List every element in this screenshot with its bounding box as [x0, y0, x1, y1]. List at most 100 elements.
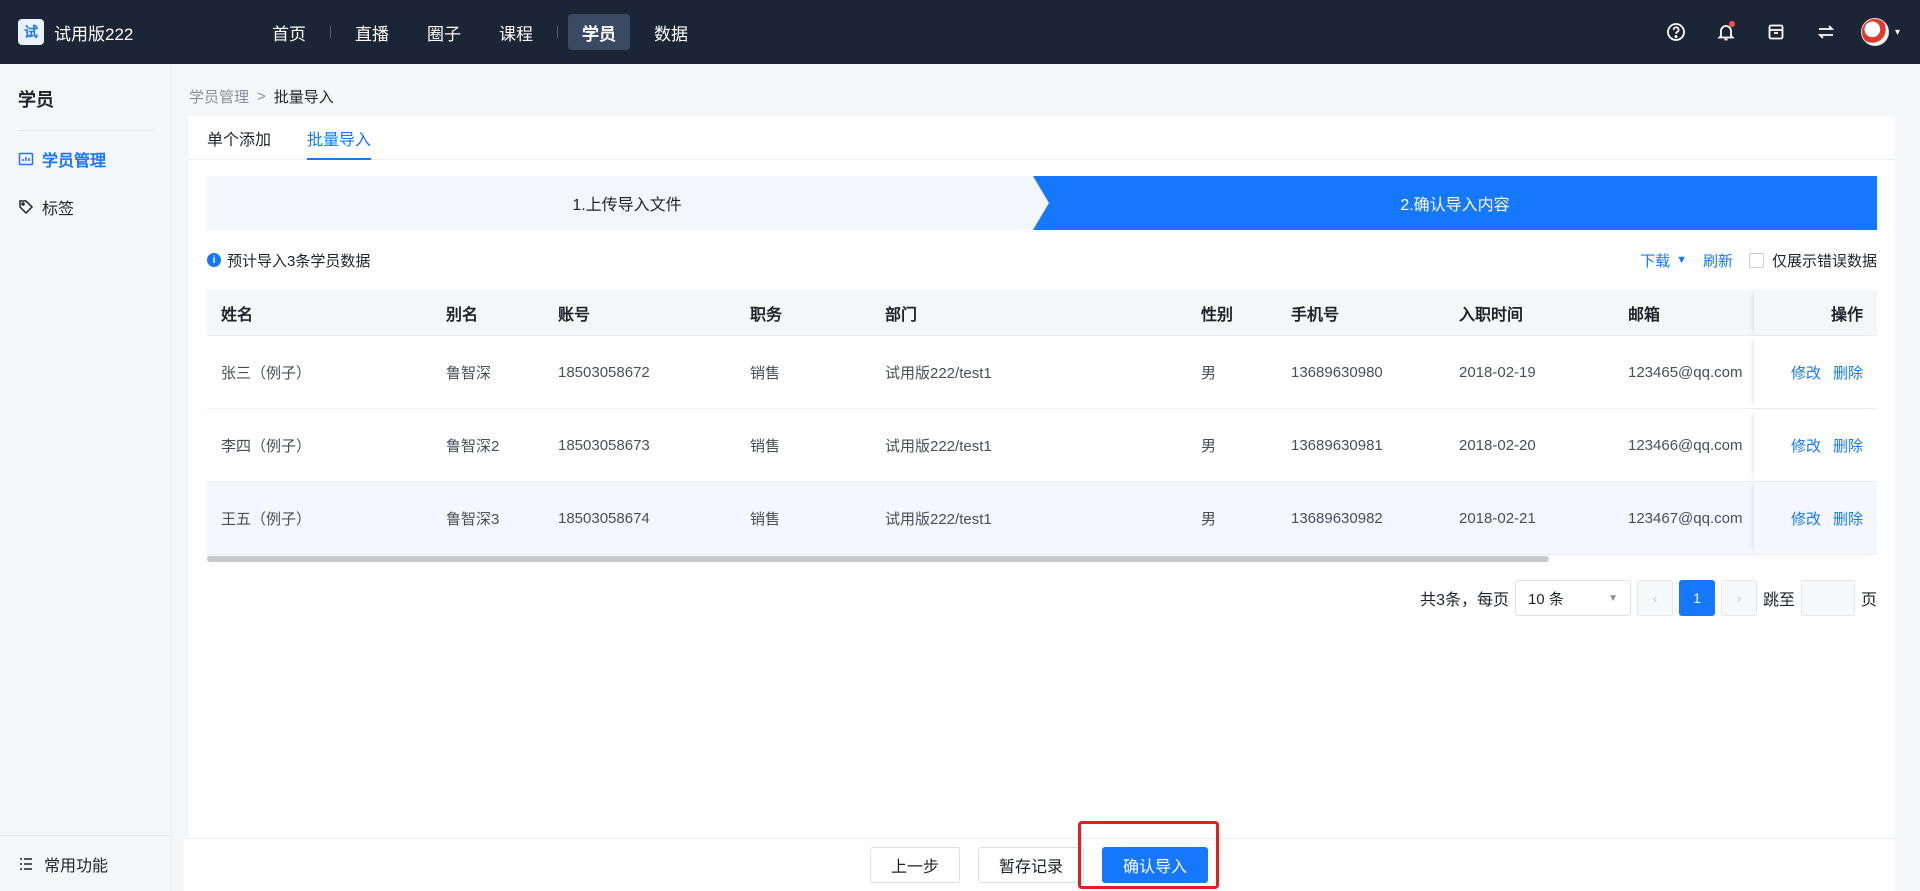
sidebar-item-tags[interactable]: 标签: [0, 187, 171, 227]
col-header-email: 邮箱: [1628, 306, 1661, 324]
horizontal-scrollbar[interactable]: [207, 556, 1877, 564]
step-upload: 1.上传导入文件: [207, 176, 1047, 230]
col-header-gender: 性别: [1201, 306, 1234, 324]
store-icon[interactable]: [1759, 15, 1793, 49]
col-header-alias: 别名: [446, 306, 479, 324]
switch-icon[interactable]: [1809, 15, 1843, 49]
sidebar: 学员 学员管理 标签 常用功能: [0, 64, 172, 891]
cell-name: 张三（例子）: [221, 364, 312, 382]
breadcrumb: 学员管理 > 批量导入: [189, 86, 334, 107]
app-title: 试用版222: [54, 24, 134, 44]
download-link[interactable]: 下载: [1640, 250, 1670, 271]
cell-alias: 鲁智深3: [446, 510, 500, 528]
info-row: i 预计导入3条学员数据 下载 ▼ 刷新 仅展示错误数据: [207, 248, 1877, 272]
nav-course[interactable]: 课程: [485, 14, 547, 50]
table-tools: 下载 ▼ 刷新 仅展示错误数据: [1640, 250, 1877, 271]
sidebar-item-label: 标签: [42, 201, 75, 218]
cell-account: 18503058674: [558, 509, 650, 527]
delete-button[interactable]: 删除: [1833, 435, 1863, 456]
cell-actions: 修改 删除: [1754, 482, 1877, 554]
chevron-down-icon[interactable]: ▼: [1676, 254, 1687, 266]
tab-single-add[interactable]: 单个添加: [207, 116, 271, 160]
jump-label: 跳至: [1762, 592, 1795, 609]
top-right-tools: ▾: [1643, 15, 1900, 49]
common-functions[interactable]: 常用功能: [0, 835, 172, 891]
edit-button[interactable]: 修改: [1791, 435, 1821, 456]
tag-icon: [19, 200, 34, 215]
top-navbar: 试 试用版222 首页 直播 圈子 课程 学员 数据 ▾: [0, 0, 1920, 64]
sidebar-item-label: 学员管理: [42, 153, 107, 170]
nav-students[interactable]: 学员: [568, 14, 630, 50]
bell-icon[interactable]: [1709, 15, 1743, 49]
page-button-current[interactable]: 1: [1678, 580, 1715, 616]
col-header-phone: 手机号: [1291, 306, 1340, 324]
only-errors-label[interactable]: 仅展示错误数据: [1772, 250, 1877, 271]
sidebar-divider: [18, 130, 154, 131]
prev-page-button[interactable]: ‹: [1636, 580, 1673, 616]
sidebar-title: 学员: [18, 90, 54, 110]
col-header-dept: 部门: [885, 306, 918, 324]
nav-live[interactable]: 直播: [341, 14, 403, 50]
cell-dept: 试用版222/test1: [885, 437, 992, 455]
save-draft-button[interactable]: 暂存记录: [977, 847, 1084, 883]
nav-divider: [557, 26, 558, 38]
jump-page-input[interactable]: [1800, 580, 1855, 616]
cell-job: 销售: [750, 510, 781, 528]
cell-email: 123465@qq.com: [1628, 363, 1743, 381]
cell-dept: 试用版222/test1: [885, 364, 992, 382]
notification-dot: [1728, 21, 1735, 27]
footer-actions: 上一步 暂存记录 确认导入: [183, 838, 1895, 891]
refresh-link[interactable]: 刷新: [1703, 250, 1733, 271]
breadcrumb-parent[interactable]: 学员管理: [189, 86, 249, 107]
cell-join-date: 2018-02-19: [1459, 363, 1536, 381]
cell-dept: 试用版222/test1: [885, 510, 992, 528]
page-label: 页: [1860, 592, 1877, 609]
edit-button[interactable]: 修改: [1791, 508, 1821, 529]
scrollbar-thumb[interactable]: [207, 556, 1549, 562]
cell-gender: 男: [1201, 437, 1217, 455]
app-logo[interactable]: 试 试用版222: [18, 19, 238, 45]
table-row: 王五（例子） 鲁智深3 18503058674 销售 试用版222/test1 …: [207, 482, 1877, 555]
cell-join-date: 2018-02-21: [1459, 509, 1536, 527]
col-header-join-date: 入职时间: [1459, 306, 1524, 324]
import-summary: 预计导入3条学员数据: [227, 252, 371, 270]
main-nav: 首页 直播 圈子 课程 学员 数据: [258, 14, 712, 50]
chevron-down-icon: ▼: [1608, 592, 1618, 604]
logo-icon: 试: [18, 19, 44, 45]
import-table: 姓名 别名 账号 职务 部门 性别 手机号 入职时间 邮箱 操作 张三（例子） …: [207, 290, 1877, 555]
prev-step-button[interactable]: 上一步: [869, 847, 960, 883]
delete-button[interactable]: 删除: [1833, 362, 1863, 383]
cell-phone: 13689630981: [1291, 436, 1383, 454]
next-page-button[interactable]: ›: [1720, 580, 1757, 616]
cell-actions: 修改 删除: [1754, 336, 1877, 408]
help-icon[interactable]: [1659, 15, 1693, 49]
chevron-down-icon[interactable]: ▾: [1895, 27, 1900, 38]
sidebar-item-student-management[interactable]: 学员管理: [0, 139, 171, 179]
delete-button[interactable]: 删除: [1833, 508, 1863, 529]
cell-name: 李四（例子）: [221, 437, 312, 455]
cell-account: 18503058673: [558, 436, 650, 454]
col-header-name: 姓名: [221, 306, 254, 324]
nav-home[interactable]: 首页: [258, 14, 320, 50]
only-errors-checkbox[interactable]: [1748, 252, 1764, 268]
nav-circle[interactable]: 圈子: [413, 14, 475, 50]
page-size-value: 10 条: [1527, 590, 1564, 608]
page-size-select[interactable]: 10 条 ▼: [1514, 580, 1631, 616]
nav-divider: [330, 26, 331, 38]
cell-name: 王五（例子）: [221, 510, 312, 528]
cell-join-date: 2018-02-20: [1459, 436, 1536, 454]
confirm-import-button[interactable]: 确认导入: [1102, 847, 1209, 883]
cell-phone: 13689630980: [1291, 363, 1383, 381]
tab-batch-import[interactable]: 批量导入: [307, 116, 372, 160]
cell-email: 123467@qq.com: [1628, 509, 1743, 527]
pager-total: 共3条，每页: [1420, 592, 1509, 609]
edit-button[interactable]: 修改: [1791, 362, 1821, 383]
nav-data[interactable]: 数据: [640, 14, 702, 50]
avatar[interactable]: [1860, 18, 1889, 46]
col-header-actions: 操作: [1754, 290, 1877, 335]
table-header: 姓名 别名 账号 职务 部门 性别 手机号 入职时间 邮箱 操作: [207, 290, 1877, 336]
main-card: 单个添加 批量导入 1.上传导入文件 2.确认导入内容 i 预计导入3条学员数据…: [189, 116, 1895, 838]
col-header-account: 账号: [558, 306, 591, 324]
cell-phone: 13689630982: [1291, 509, 1383, 527]
pagination: 共3条，每页 10 条 ▼ ‹ 1 › 跳至 页: [1420, 580, 1877, 616]
